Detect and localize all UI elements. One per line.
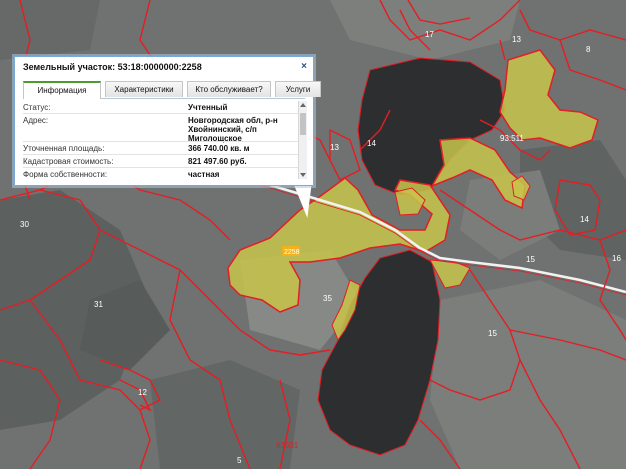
map-label: 93:511 — [500, 134, 524, 143]
scroll-up-icon[interactable] — [300, 103, 306, 107]
map-label: 5 — [237, 456, 242, 465]
row-key: Уточненная площадь: — [23, 144, 105, 153]
row-key: Кадастровая стоимость: — [23, 157, 114, 166]
row-value: Новгородская обл, р-н Хвойнинский, с/п М… — [188, 116, 278, 143]
map-label: 12 — [138, 388, 147, 397]
tab-characteristics[interactable]: Характеристики — [105, 81, 183, 97]
row-value: частная — [188, 170, 220, 179]
map-label: 8 — [586, 45, 591, 54]
map-label: 17 — [425, 30, 434, 39]
map-label: 15 — [488, 329, 497, 338]
map-label: 13 — [512, 35, 521, 44]
map-label: 30 — [20, 220, 29, 229]
tab-information[interactable]: Информация — [23, 81, 101, 99]
tab-who-serves[interactable]: Кто обслуживает? — [187, 81, 271, 97]
scroll-thumb[interactable] — [300, 113, 306, 135]
parcel-label-2258: 2258 — [284, 249, 300, 256]
map-label: 31 — [94, 300, 103, 309]
map-label: 14 — [367, 139, 376, 148]
map-label: 13 — [330, 143, 339, 152]
scroll-down-icon[interactable] — [300, 173, 306, 177]
parcel-info-popup: Земельный участок: 53:18:0000000:2258 × … — [14, 56, 321, 186]
map-label: 35 — [323, 294, 332, 303]
row-value: 366 740.00 кв. м — [188, 144, 250, 153]
row-value: Учтенный — [188, 103, 228, 112]
map-label: 15 — [526, 255, 535, 264]
popup-tabs: Информация Характеристики Кто обслуживае… — [23, 81, 321, 99]
map-label: 14 — [580, 215, 589, 224]
tab-services[interactable]: Услуги — [275, 81, 321, 97]
popup-title: Земельный участок: 53:18:0000000:2258 — [23, 62, 202, 72]
popup-scrollbar[interactable] — [298, 101, 307, 179]
row-key: Статус: — [23, 103, 51, 112]
row-key: Адрес: — [23, 116, 49, 125]
popup-content[interactable]: Статус: Учтенный Адрес: Новгородская обл… — [23, 101, 307, 181]
row-value: 821 497.60 руб. — [188, 157, 247, 166]
map-label: 16 — [612, 254, 621, 263]
row-key: Форма собственности: — [23, 170, 108, 179]
close-icon[interactable]: × — [301, 61, 307, 73]
map-label: 93501 — [276, 441, 299, 450]
